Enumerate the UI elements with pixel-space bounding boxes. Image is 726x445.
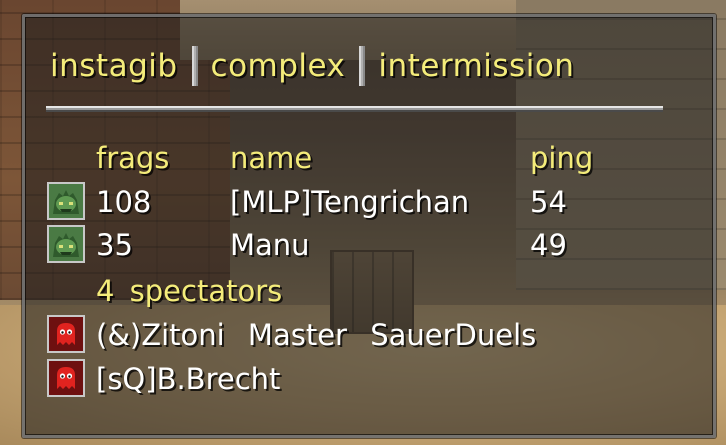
game-mode-label: instagib — [50, 48, 178, 84]
player-name: Manu — [230, 228, 310, 262]
player-ping: 49 — [530, 228, 567, 262]
ogro-player-icon — [47, 182, 85, 220]
player-frags: 35 — [96, 228, 133, 262]
spectator-name: (&)Zitoni Master SauerDuels — [96, 318, 537, 352]
header-separator — [359, 46, 366, 86]
header-separator — [191, 46, 198, 86]
game-scene-background: instagib complex intermission frags name… — [0, 0, 726, 445]
player-name: [MLP]Tengrichan — [230, 185, 470, 219]
spectator-name: [sQ]B.Brecht — [96, 362, 281, 396]
spectator-count-label: 4 spectators — [96, 274, 283, 308]
column-header-ping: ping — [530, 141, 594, 175]
player-ping: 54 — [530, 185, 567, 219]
ghost-spectator-icon — [47, 315, 85, 353]
ghost-spectator-icon — [47, 359, 85, 397]
column-header-name: name — [230, 141, 313, 175]
header-divider — [46, 106, 663, 112]
game-state-label: intermission — [378, 48, 575, 84]
ogro-player-icon — [47, 225, 85, 263]
scoreboard-header: instagib complex intermission — [50, 44, 574, 88]
player-frags: 108 — [96, 185, 152, 219]
map-name-label: complex — [210, 48, 346, 84]
column-header-frags: frags — [96, 141, 170, 175]
